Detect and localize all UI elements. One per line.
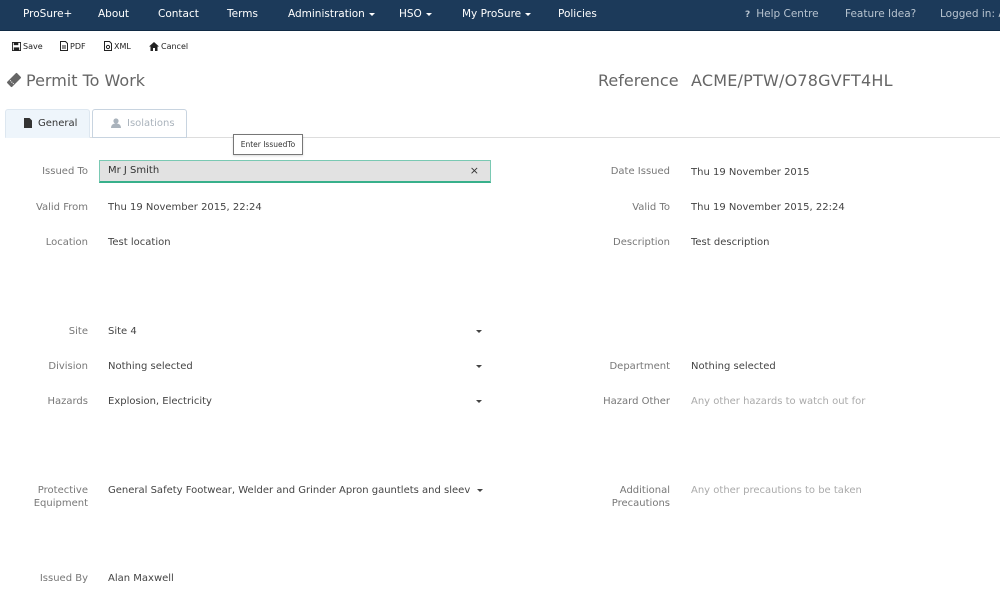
nav-logged-in[interactable]: Logged in: Ay [940, 0, 1000, 30]
division-caret-down-icon[interactable] [476, 365, 482, 368]
caret-down-icon [368, 12, 375, 16]
pdf-label: PDF [70, 42, 86, 51]
additional-precautions-input[interactable]: Any other precautions to be taken [691, 484, 862, 497]
tab-general-label: General [38, 118, 78, 129]
issued-to-input[interactable]: Mr J Smith × [99, 160, 491, 183]
cancel-label: Cancel [161, 42, 189, 51]
tab-isolations[interactable]: Isolations [92, 109, 187, 138]
issued-to-value: Mr J Smith [108, 165, 160, 176]
additional-precautions-label: Additional Precautions [560, 484, 670, 510]
department-select[interactable]: Nothing selected [691, 360, 776, 373]
clear-icon[interactable]: × [470, 161, 479, 181]
pdf-file-icon [60, 41, 68, 51]
date-issued-label: Date Issued [610, 166, 670, 177]
nav-policies[interactable]: Policies [558, 0, 597, 30]
nav-contact[interactable]: Contact [158, 0, 199, 30]
caret-down-icon [525, 12, 532, 16]
home-icon [149, 42, 159, 51]
nav-administration-label: Administration [288, 8, 365, 20]
tab-isolations-label: Isolations [127, 118, 175, 129]
cancel-button[interactable]: Cancel [149, 40, 188, 54]
nav-hso-label: HSO [399, 8, 422, 20]
hazards-label: Hazards [47, 396, 88, 407]
protective-equipment-select[interactable]: General Safety Footwear, Welder and Grin… [108, 484, 470, 497]
save-label: Save [23, 42, 43, 51]
pdf-button[interactable]: PDF [60, 40, 86, 54]
description-label: Description [613, 237, 670, 248]
nav-about[interactable]: About [98, 0, 129, 30]
valid-to-field[interactable]: Thu 19 November 2015, 22:24 [691, 201, 845, 214]
xml-button[interactable]: XML [104, 40, 131, 54]
nav-terms[interactable]: Terms [227, 0, 258, 30]
reference-label: Reference [598, 71, 679, 90]
file-icon [24, 118, 32, 128]
valid-to-label: Valid To [632, 202, 670, 213]
nav-help-centre[interactable]: ? Help Centre [745, 0, 819, 30]
nav-my-prosure-label: My ProSure [462, 8, 522, 20]
page-title: Permit To Work [6, 71, 145, 90]
additional-precautions-label-line1: Additional [619, 485, 670, 496]
site-caret-down-icon[interactable] [476, 330, 482, 333]
description-field[interactable]: Test description [691, 236, 769, 249]
top-navbar: ProSure+ About Contact Terms Administrat… [0, 0, 1000, 31]
nav-my-prosure[interactable]: My ProSure [462, 0, 532, 30]
ticket-icon [6, 72, 22, 88]
site-select[interactable]: Site 4 [108, 325, 137, 338]
page-title-text: Permit To Work [26, 71, 146, 90]
nav-administration[interactable]: Administration [288, 0, 375, 30]
user-icon [111, 118, 121, 128]
nav-feature-idea[interactable]: Feature Idea? [845, 0, 916, 30]
issued-to-tooltip: Enter IssuedTo [233, 134, 303, 155]
protective-equipment-caret-down-icon[interactable] [477, 489, 483, 492]
date-issued-field[interactable]: Thu 19 November 2015 [691, 166, 810, 179]
issued-by-value: Alan Maxwell [108, 573, 174, 584]
hazard-other-label: Hazard Other [603, 396, 670, 407]
hazards-caret-down-icon[interactable] [476, 400, 482, 403]
reference-value: ACME/PTW/O78GVFT4HL [691, 71, 893, 90]
additional-precautions-label-line2: Precautions [611, 498, 670, 509]
nav-help-label: Help Centre [756, 8, 819, 20]
issued-by-label: Issued By [39, 573, 88, 584]
question-icon: ? [745, 10, 751, 20]
nav-brand[interactable]: ProSure+ [23, 0, 72, 30]
protective-equipment-label-line1: Protective [37, 485, 88, 496]
save-icon [12, 42, 21, 51]
xml-file-icon [104, 41, 112, 51]
valid-from-field[interactable]: Thu 19 November 2015, 22:24 [108, 201, 262, 214]
hazards-select[interactable]: Explosion, Electricity [108, 395, 212, 408]
site-label: Site [68, 326, 88, 337]
location-field[interactable]: Test location [108, 236, 171, 249]
caret-down-icon [425, 12, 432, 16]
protective-equipment-label-line2: Equipment [33, 498, 88, 509]
tab-general[interactable]: General [5, 109, 90, 138]
department-label: Department [609, 361, 670, 372]
hazard-other-input[interactable]: Any other hazards to watch out for [691, 395, 865, 408]
issued-to-label: Issued To [42, 166, 88, 177]
nav-hso[interactable]: HSO [399, 0, 432, 30]
division-label: Division [48, 361, 88, 372]
location-label: Location [45, 237, 88, 248]
save-button[interactable]: Save [12, 40, 43, 54]
protective-equipment-label: Protective Equipment [0, 484, 88, 510]
valid-from-label: Valid From [35, 202, 88, 213]
division-select[interactable]: Nothing selected [108, 360, 193, 373]
xml-label: XML [114, 42, 131, 51]
